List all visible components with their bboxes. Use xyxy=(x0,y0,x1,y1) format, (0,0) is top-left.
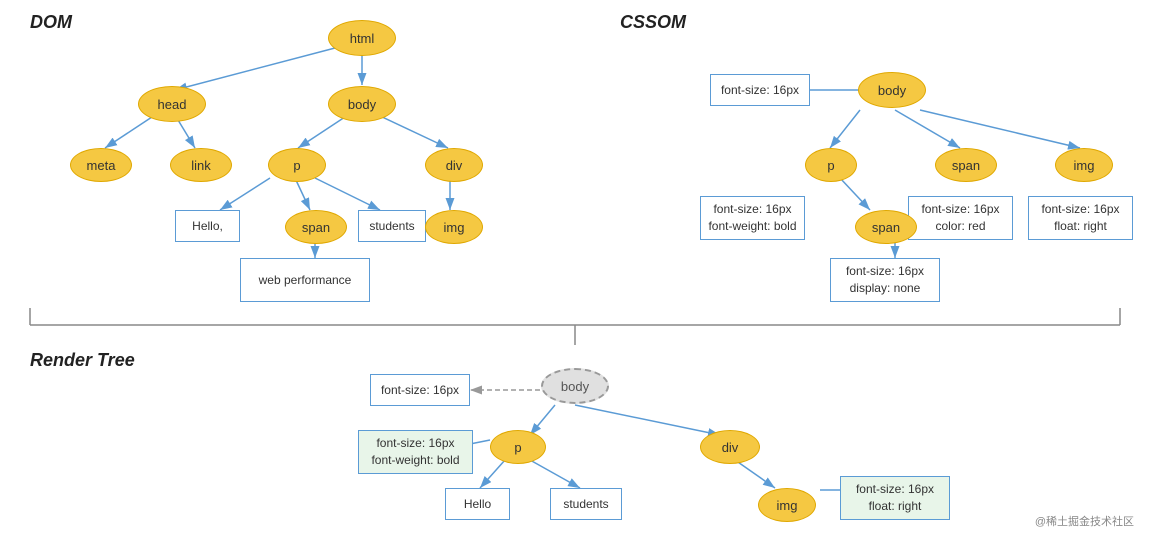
cssom-body-node: body xyxy=(858,72,926,108)
cssom-span-label-props-rect: font-size: 16px color: red xyxy=(908,196,1013,240)
dom-head-node: head xyxy=(138,86,206,122)
cssom-label: CSSOM xyxy=(620,12,686,33)
render-hello-node: Hello xyxy=(445,488,510,520)
diagram-container: DOM html body head meta link p div Hello… xyxy=(0,0,1150,537)
dom-html-node: html xyxy=(328,20,396,56)
render-p-props-rect: font-size: 16px font-weight: bold xyxy=(358,430,473,474)
dom-meta-node: meta xyxy=(70,148,132,182)
dom-students-node: students xyxy=(358,210,426,242)
render-label: Render Tree xyxy=(30,350,135,371)
dom-web-performance-node: web performance xyxy=(240,258,370,302)
cssom-img-props-rect: font-size: 16px float: right xyxy=(1028,196,1133,240)
dom-div-node: div xyxy=(425,148,483,182)
cssom-p-props-rect: font-size: 16px font-weight: bold xyxy=(700,196,805,240)
dom-label: DOM xyxy=(30,12,72,33)
cssom-span-props-rect: font-size: 16px display: none xyxy=(830,258,940,302)
render-img-node: img xyxy=(758,488,816,522)
cssom-p-node: p xyxy=(805,148,857,182)
render-img-props-rect: font-size: 16px float: right xyxy=(840,476,950,520)
dom-p-node: p xyxy=(268,148,326,182)
watermark: @稀土掘金技术社区 xyxy=(1035,513,1134,529)
dom-hello-node: Hello, xyxy=(175,210,240,242)
dom-span-node: span xyxy=(285,210,347,244)
cssom-img-node: img xyxy=(1055,148,1113,182)
dom-link-node: link xyxy=(170,148,232,182)
render-students-node: students xyxy=(550,488,622,520)
arrows-svg xyxy=(0,0,1150,537)
cssom-span-oval-node: span xyxy=(855,210,917,244)
render-body-font-rect: font-size: 16px xyxy=(370,374,470,406)
render-body-node: body xyxy=(541,368,609,404)
render-div-node: div xyxy=(700,430,760,464)
dom-img-node: img xyxy=(425,210,483,244)
cssom-span-label-node: span xyxy=(935,148,997,182)
cssom-body-font-rect: font-size: 16px xyxy=(710,74,810,106)
dom-body-node: body xyxy=(328,86,396,122)
render-p-node: p xyxy=(490,430,546,464)
